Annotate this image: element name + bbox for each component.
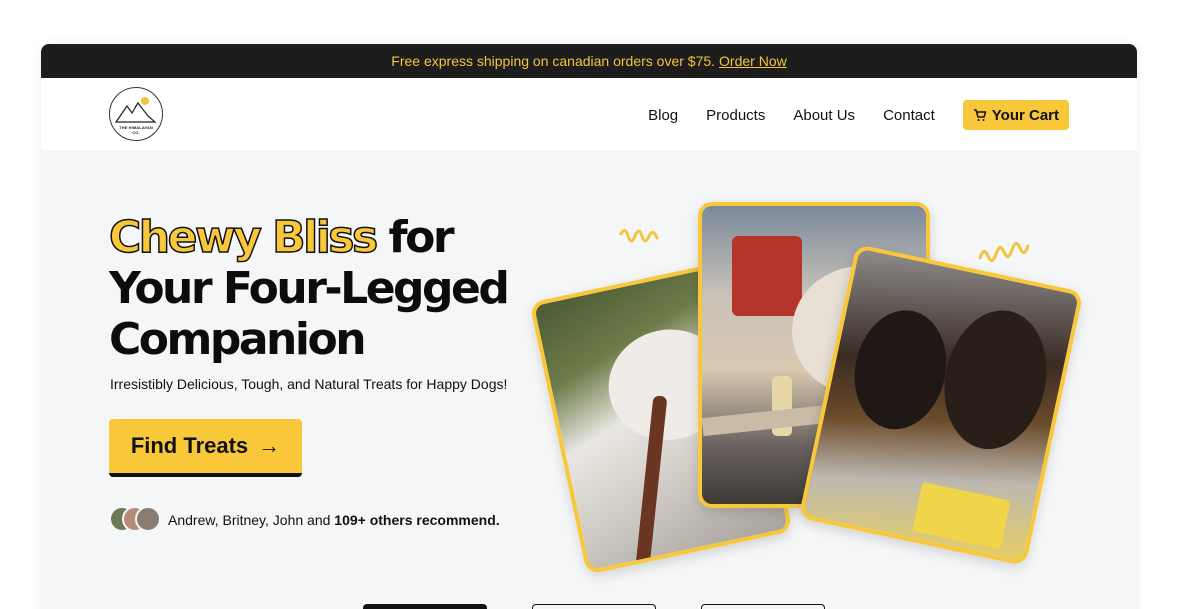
headline-for: for — [375, 212, 455, 263]
order-now-link[interactable]: Order Now — [719, 53, 787, 69]
squiggle-decoration — [978, 242, 1030, 262]
announcement-bar: Free express shipping on canadian orders… — [41, 44, 1137, 78]
hero-headline: Chewy Bliss for Your Four-Legged Compani… — [108, 211, 549, 365]
hero-subheadline: Irresistibly Delicious, Tough, and Natur… — [110, 376, 508, 392]
headline-line-2: Your Four-Legged — [109, 263, 510, 314]
headline-accent: Chewy Bliss — [108, 211, 379, 264]
avatar-group — [109, 506, 163, 534]
logo-text: THE HIMALAYAN CO. — [119, 125, 153, 135]
squiggle-decoration — [619, 229, 659, 243]
filter-tab[interactable] — [363, 604, 487, 609]
social-count: 109+ others recommend. — [334, 512, 500, 528]
social-proof: Andrew, Britney, John and 109+ others re… — [109, 506, 500, 534]
cta-label: Find Treats — [130, 433, 249, 458]
site-header: THE HIMALAYAN CO. Blog Products About Us… — [41, 78, 1137, 150]
nav-blog[interactable]: Blog — [648, 107, 678, 124]
yak-chews-pile — [912, 481, 1011, 550]
cart-label: Your Cart — [991, 106, 1059, 124]
browser-frame: Free express shipping on canadian orders… — [41, 44, 1137, 609]
hero-section: Chewy Bliss for Your Four-Legged Compani… — [41, 150, 1137, 609]
cart-icon — [973, 109, 987, 121]
filter-tab[interactable] — [701, 604, 825, 609]
dog-figure — [843, 301, 957, 438]
arrow-right-icon: → — [258, 433, 281, 458]
social-proof-text: Andrew, Britney, John and 109+ others re… — [168, 512, 500, 528]
nav-about-us[interactable]: About Us — [793, 107, 855, 124]
social-names: Andrew, Britney, John and — [168, 512, 331, 528]
cart-button[interactable]: Your Cart — [962, 100, 1069, 130]
dog-figure — [931, 300, 1059, 459]
brand-logo[interactable]: THE HIMALAYAN CO. — [109, 87, 163, 141]
find-treats-button[interactable]: Find Treats → — [109, 419, 302, 477]
headline-line-3: Companion — [109, 314, 367, 365]
main-nav: Blog Products About Us Contact Your Cart — [648, 100, 1069, 130]
avatar — [135, 506, 161, 532]
announcement-text: Free express shipping on canadian orders… — [391, 53, 716, 69]
filter-tab[interactable] — [532, 604, 656, 609]
toy-ship — [732, 236, 802, 316]
nav-contact[interactable]: Contact — [883, 107, 935, 124]
nav-products[interactable]: Products — [706, 107, 765, 124]
